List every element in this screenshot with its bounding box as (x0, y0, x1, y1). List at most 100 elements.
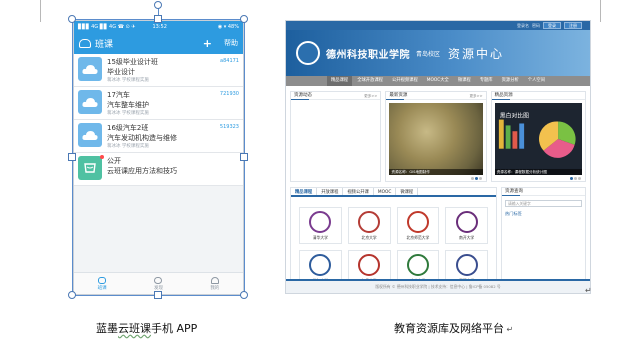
university-seal-icon (406, 211, 429, 233)
resize-handle-bottom-left[interactable] (68, 291, 76, 299)
tab-mooc[interactable]: MOOC (374, 188, 397, 195)
register-button[interactable]: 注册 (564, 22, 582, 29)
course-item[interactable]: 公开 云班课应用方法和技巧 (74, 153, 243, 186)
course-code: 519323 (219, 124, 239, 130)
nav-item[interactable]: 个人空间 (524, 76, 549, 86)
university-card[interactable]: 南开大学 (445, 207, 488, 244)
nav-item[interactable]: 全球开放课程 (353, 76, 387, 86)
password-label: 密码 (532, 22, 540, 28)
course-subject: 云班课应用方法和技巧 (107, 167, 177, 175)
margin-mark (600, 0, 601, 22)
nav-item[interactable]: 公开视频课程 (388, 76, 422, 86)
more-link[interactable]: 更多>> (364, 92, 377, 100)
school-emblem-icon (296, 41, 320, 65)
tab-label: 发现 (153, 285, 163, 291)
slide-dots[interactable] (570, 177, 581, 180)
slide-dots[interactable] (470, 177, 482, 180)
app-header: 班课 + 帮助 (74, 32, 243, 54)
main-nav: 精品课程 全球开放课程 公开视频课程 MOOC大全 微课程 专题库 资源分析 个… (286, 76, 590, 86)
search-input[interactable]: 请输入关键字 (505, 200, 582, 207)
university-seal-icon (358, 211, 381, 233)
phone-caption: 蓝墨云班课手机 APP (96, 322, 198, 335)
site-footer: 版权所有 © 德州科技职业学院 | 技术支持：信息中心 | 鲁ICP备 0508… (286, 279, 590, 293)
site-banner: 德州科技职业学院 青岛校区 资源中心 (286, 30, 590, 76)
unread-dot (100, 155, 104, 159)
resize-handle-top[interactable] (154, 15, 162, 23)
course-subject: 毕业设计 (107, 68, 135, 76)
platform-caption: 教育资源库及网络平台 ↵ (394, 322, 514, 335)
tab-featured[interactable]: 精品课程 (291, 188, 318, 195)
cloud-tab-icon (98, 276, 107, 284)
course-code: 721930 (219, 91, 239, 97)
center-name: 资源中心 (448, 46, 505, 61)
course-subject: 汽车发动机构造与维修 (107, 134, 177, 142)
status-signal: ▊▊▊ 4G ▊▊ 4G ☎ ⊙ ✈ (78, 23, 136, 30)
cloud-class-icon (78, 57, 102, 81)
latest-resource-panel: 最新资源 更多>> 资源名称：GIS地图制作 (385, 91, 487, 182)
resize-handle-left[interactable] (68, 153, 76, 161)
tab-micro[interactable]: 微课程 (396, 188, 419, 195)
resize-handle-bottom[interactable] (154, 291, 162, 299)
resource-search-panel: 资源查询 请输入关键字 热门标签 (501, 187, 586, 293)
tab-label: 我的 (210, 285, 220, 291)
resize-handle-bottom-right[interactable] (240, 291, 248, 299)
public-cup-icon (78, 156, 102, 180)
app-title: 班课 (95, 39, 114, 50)
university-seal-icon (406, 254, 429, 276)
course-teacher: 蒋冰冰 学校课程实施 (107, 144, 149, 149)
nav-item[interactable]: 专题库 (476, 76, 497, 86)
university-seal-icon (455, 211, 478, 233)
resize-handle-top-right[interactable] (240, 15, 248, 23)
user-icon (210, 276, 219, 284)
slide-caption: 资源名称：GIS地图制作 (389, 169, 483, 175)
chart-image[interactable]: 黑白对比图 (494, 103, 582, 175)
nav-item[interactable]: 精品课程 (327, 76, 353, 86)
campus-name: 青岛校区 (416, 50, 441, 58)
course-item[interactable]: 17汽车 汽车整车维护 蒋冰冰 学校课程实施 721930 (74, 87, 243, 120)
tab-video[interactable]: 视频公开课 (343, 188, 374, 195)
featured-resource-panel: 精品资源 黑白对比图 资源名称：课程数据分析统计图 (490, 91, 586, 182)
hot-tags-label: 热门标签 (505, 211, 522, 216)
more-link[interactable]: 更多>> (469, 92, 482, 100)
tab-me[interactable]: 我的 (187, 273, 243, 294)
resize-handle-right[interactable] (240, 153, 248, 161)
resource-news-panel: 资源动态 更多>> (290, 91, 382, 182)
nav-item[interactable]: MOOC大全 (423, 76, 453, 86)
slide-overlay-text: 黑白对比图 (500, 112, 529, 120)
help-button[interactable]: 帮助 (224, 38, 238, 48)
login-bar: 登录名 密码 登录 注册 (286, 21, 590, 30)
nav-item[interactable]: 微课程 (454, 76, 475, 86)
university-card[interactable]: 北京大学 (347, 207, 391, 244)
slide-caption: 资源名称：课程数据分析统计图 (494, 169, 582, 175)
nav-item[interactable]: 资源分析 (498, 76, 523, 86)
course-code: a84171 (220, 58, 239, 64)
login-button[interactable]: 登录 (543, 22, 561, 29)
map-image[interactable] (389, 103, 483, 175)
school-name: 德州科技职业学院 (326, 49, 410, 61)
course-subject: 汽车整车维护 (107, 101, 149, 109)
course-title: 公开 (107, 157, 121, 165)
phone-screenshot: ▊▊▊ 4G ▊▊ 4G ☎ ⊙ ✈ 13:52 ◉ ▾ 48% 班课 + 帮助… (73, 20, 244, 295)
tab-label: 班课 (97, 285, 107, 291)
add-class-button[interactable]: + (203, 37, 212, 50)
panel-title: 资源查询 (505, 189, 523, 194)
panel-title: 精品资源 (494, 93, 513, 98)
course-category-panel: 精品课程 开放课程 视频公开课 MOOC 微课程 清华大学 北京大学 北京师范大… (290, 187, 497, 293)
tab-classes[interactable]: 班课 (74, 273, 130, 294)
university-seal-icon (309, 211, 332, 233)
university-card[interactable]: 清华大学 (299, 207, 342, 244)
course-item[interactable]: 15级毕业设计班 毕业设计 蒋冰冰 学校课程实施 a84171 (74, 54, 243, 87)
margin-mark (40, 0, 41, 22)
cloud-logo-icon (79, 38, 91, 48)
university-card[interactable]: 北京师范大学 (396, 207, 440, 244)
tab-open[interactable]: 开放课程 (317, 188, 344, 195)
username-label: 登录名 (517, 22, 529, 28)
status-time: 13:52 (152, 23, 167, 30)
university-grid: 清华大学 北京大学 北京师范大学 南开大学 浙江大学 复旦大学 中山大学 武汉大… (291, 197, 496, 287)
cloud-class-icon (78, 123, 102, 147)
course-teacher: 蒋冰冰 学校课程实施 (107, 111, 149, 116)
resize-handle-top-left[interactable] (68, 15, 76, 23)
course-item[interactable]: 16级汽车2班 汽车发动机构造与维修 蒋冰冰 学校课程实施 519323 (74, 120, 243, 153)
university-seal-icon (358, 254, 381, 276)
rotate-handle[interactable] (154, 1, 162, 9)
